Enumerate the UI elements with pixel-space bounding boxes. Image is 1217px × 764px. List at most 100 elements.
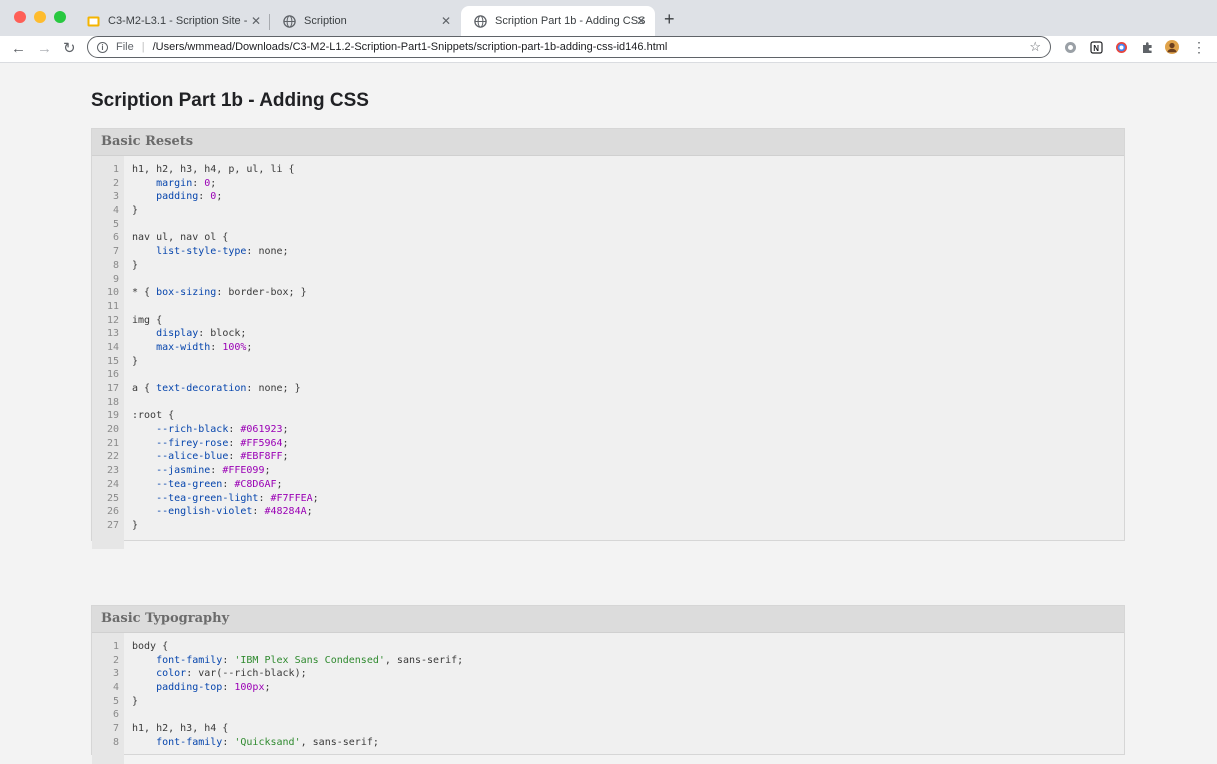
code-line: 4} [92,204,1124,218]
close-tab-icon[interactable]: ✕ [636,14,646,28]
minimize-window-button[interactable] [34,11,46,23]
code-line: 5} [92,695,1124,709]
close-tab-icon[interactable]: ✕ [441,14,451,28]
code-line: 21 --firey-rose: #FF5964; [92,437,1124,451]
code-text: :root { [132,410,175,422]
code-text: display: block; [156,328,247,340]
line-number: 3 [112,668,119,680]
forward-button[interactable]: → [37,39,52,59]
code-line: 7 list-style-type: none; [92,245,1124,259]
line-number: 4 [112,682,119,694]
browser-menu-icon[interactable]: ⋮ [1192,39,1206,55]
code-line: 1 h1, h2, h3, h4, p, ul, li { [92,163,1124,177]
code-text: body { [132,641,169,652]
line-number: 22 [106,451,119,463]
line-number: 7 [112,723,119,735]
line-number: 25 [106,492,119,504]
tab-title: C3-M2-L3.1 - Scription Site - [108,15,254,27]
code-text: nav ul, nav ol { [132,232,229,244]
code-line: 6 [92,708,1124,722]
code-panel-basic-resets: Basic Resets 1 h1, h2, h3, h4, p, ul, li … [91,128,1125,549]
code-line: 19 :root { [92,409,1124,423]
tab-scription-part-1b[interactable]: Scription Part 1b - Adding CSS ✕ [461,6,655,36]
code-line: 9 [92,273,1124,287]
code-line: 7 h1, h2, h3, h4 { [92,722,1124,736]
puzzle-extensions-icon[interactable] [1140,40,1154,54]
line-number: 5 [112,218,119,230]
code-line: 1 body { [92,640,1124,654]
code-line: 6 nav ul, nav ol { [92,231,1124,245]
bookmark-star-icon[interactable]: ☆ [1029,39,1041,55]
line-number: 23 [106,465,119,477]
code-text: margin: 0; [156,177,217,189]
tab-scription-site[interactable]: C3-M2-L3.1 - Scription Site - ✕ [74,6,270,36]
code-line: 8} [92,259,1124,273]
code-line: 10 * { box-sizing: border-box; } [92,286,1124,300]
globe-icon [282,14,296,28]
code-text: img { [132,314,163,326]
code-line: 5 [92,218,1124,232]
line-number: 21 [106,437,119,449]
code-line: 2 font-family: 'IBM Plex Sans Condensed'… [92,654,1124,668]
tab-title: Scription Part 1b - Adding CSS [495,15,646,27]
profile-avatar[interactable] [1165,40,1179,54]
code-text: --firey-rose: #FF5964; [156,437,289,449]
code-text: } [132,695,139,707]
address-bar[interactable]: i File | /Users/wmmead/Downloads/C3-M2-L… [87,36,1051,58]
globe-icon [473,14,487,28]
line-number: 6 [112,709,119,721]
code-line: 25 --tea-green-light: #F7FFEA; [92,492,1124,506]
code-line: 20 --rich-black: #061923; [92,423,1124,437]
close-tab-icon[interactable]: ✕ [251,14,261,28]
line-number: 12 [106,314,119,326]
extension-shield-icon[interactable] [1063,40,1077,54]
code-line: 22 --alice-blue: #EBF8FF; [92,450,1124,464]
code-text: a { text-decoration: none; } [132,383,301,394]
line-number: 14 [106,341,119,353]
close-window-button[interactable] [14,11,26,23]
line-number: 18 [106,396,119,408]
url-text[interactable]: /Users/wmmead/Downloads/C3-M2-L1.2-Scrip… [153,41,668,53]
code-text: font-family: 'Quicksand', sans-serif; [156,736,379,748]
code-line: 4 padding-top: 100px; [92,681,1124,695]
line-number: 8 [112,736,119,748]
back-button[interactable]: ← [11,39,26,59]
code-block: 1 h1, h2, h3, h4, p, ul, li {2 margin: 0;… [92,156,1124,549]
maximize-window-button[interactable] [54,11,66,23]
notion-extension-icon[interactable]: N [1089,40,1103,54]
reload-button[interactable]: ↻ [63,39,76,59]
line-number: 2 [112,654,119,666]
code-line: 3 padding: 0; [92,190,1124,204]
code-line: 23 --jasmine: #FFE099; [92,464,1124,478]
line-number: 15 [106,355,119,367]
code-text: font-family: 'IBM Plex Sans Condensed', … [156,654,464,666]
new-tab-button[interactable]: + [664,10,675,28]
code-text: } [132,355,139,367]
tab-scription[interactable]: Scription ✕ [270,6,460,36]
page-title: Scription Part 1b - Adding CSS [91,90,369,111]
code-text: --alice-blue: #EBF8FF; [156,451,289,463]
code-line: 24 --tea-green: #C8D6AF; [92,478,1124,492]
code-text: max-width: 100%; [156,341,253,353]
code-text: } [132,205,139,217]
panel-heading: Basic Resets [92,129,1124,156]
code-line: 15} [92,355,1124,369]
code-line: 13 display: block; [92,327,1124,341]
code-text: } [132,259,139,271]
code-text: --rich-black: #061923; [156,424,289,436]
line-number: 6 [112,232,119,244]
line-number: 3 [112,191,119,203]
code-line: 12 img { [92,314,1124,328]
code-block: 1 body {2 font-family: 'IBM Plex Sans Con… [92,633,1124,764]
code-line: 14 max-width: 100%; [92,341,1124,355]
line-number: 4 [112,205,119,217]
info-icon[interactable]: i [97,41,108,53]
code-line: 26 --english-violet: #48284A; [92,505,1124,519]
code-line: 27} [92,519,1124,533]
code-text: } [132,519,139,531]
line-number: 19 [106,410,119,422]
line-number: 17 [106,383,119,394]
code-text: * { box-sizing: border-box; } [132,287,307,299]
color-picker-extension-icon[interactable] [1114,40,1128,54]
line-number: 10 [106,287,119,299]
